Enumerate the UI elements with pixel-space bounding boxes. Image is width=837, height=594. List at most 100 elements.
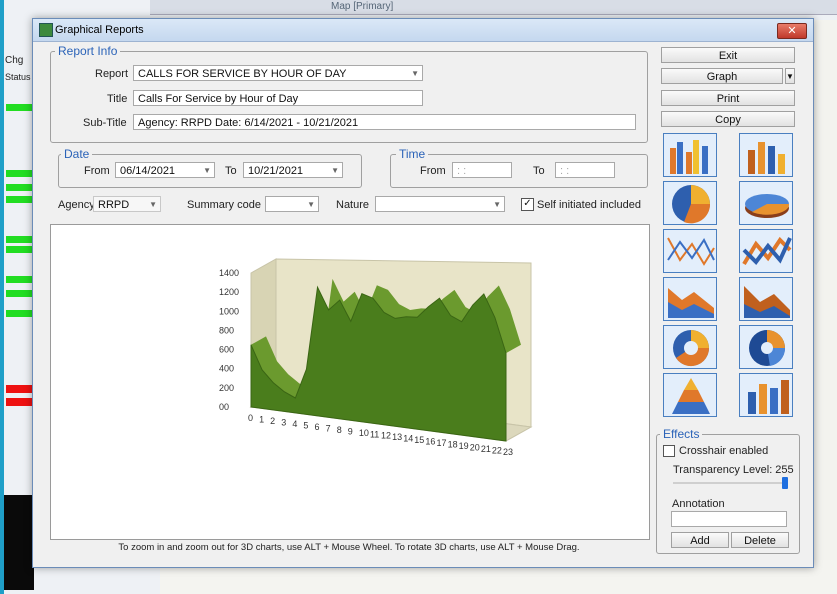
subtitle-label: Sub-Title: [83, 117, 127, 129]
close-button[interactable]: ✕: [777, 23, 807, 39]
transparency-slider[interactable]: [673, 482, 788, 484]
time-legend: Time: [396, 147, 429, 161]
line-chart-icon[interactable]: [663, 229, 717, 273]
calendar-dropdown-icon[interactable]: ▼: [203, 163, 211, 177]
app-icon: [39, 23, 53, 37]
date-legend: Date: [61, 147, 93, 161]
window-title: Graphical Reports: [55, 24, 144, 36]
status-bar-alert: [6, 398, 34, 406]
x-tick-label: 11: [370, 429, 379, 439]
x-tick-label: 14: [403, 434, 413, 444]
doughnut-chart-icon[interactable]: [663, 325, 717, 369]
x-tick-label: 5: [303, 420, 308, 430]
print-button[interactable]: Print: [661, 90, 795, 106]
copy-button[interactable]: Copy: [661, 111, 795, 127]
calendar-dropdown-icon[interactable]: ▼: [331, 163, 339, 177]
x-tick-label: 18: [448, 440, 458, 450]
graphical-reports-window: Graphical Reports ✕ Report Info Report C…: [32, 18, 814, 568]
date-from-input[interactable]: 06/14/2021 ▼: [115, 162, 215, 178]
y-tick-label: 200: [219, 383, 234, 393]
x-tick-label: 22: [492, 446, 502, 456]
y-tick-label: 1000: [219, 306, 239, 316]
nature-select[interactable]: ▼: [375, 196, 505, 212]
crosshair-label: Crosshair enabled: [679, 445, 769, 457]
y-tick-label: 1400: [219, 268, 239, 278]
footnote: To zoom in and zoom out for 3D charts, u…: [118, 542, 580, 553]
x-tick-label: 20: [470, 443, 480, 453]
summary-code-label: Summary code: [187, 199, 261, 211]
y-tick-label: 800: [219, 325, 234, 335]
delete-annotation-button[interactable]: Delete: [731, 532, 789, 548]
time-to-label: To: [533, 165, 545, 177]
y-tick-label: 1200: [219, 287, 239, 297]
exit-button[interactable]: Exit: [661, 47, 795, 63]
x-tick-label: 17: [436, 438, 446, 448]
cylinder-bar-chart-icon[interactable]: [739, 373, 793, 417]
doughnut-3d-chart-icon[interactable]: [739, 325, 793, 369]
area-chart-icon[interactable]: [663, 277, 717, 321]
status-bar: [6, 276, 34, 283]
summary-code-select[interactable]: ▼: [265, 196, 319, 212]
status-bar: [6, 310, 34, 317]
date-to-label: To: [225, 165, 237, 177]
chevron-down-icon: ▼: [411, 69, 419, 78]
status-bar: [6, 246, 34, 253]
crosshair-checkbox[interactable]: [663, 445, 675, 457]
y-tick-label: 400: [219, 364, 234, 374]
agency-select[interactable]: RRPD ▼: [93, 196, 161, 212]
map-tab[interactable]: Map [Primary]: [325, 1, 399, 13]
line-3d-chart-icon[interactable]: [739, 229, 793, 273]
x-tick-label: 8: [337, 425, 342, 435]
self-initiated-label: Self initiated included: [537, 199, 641, 211]
x-tick-label: 19: [459, 441, 469, 451]
x-tick-label: 23: [503, 447, 513, 457]
pie-3d-chart-icon[interactable]: [739, 181, 793, 225]
x-tick-label: 7: [326, 423, 331, 433]
time-from-label: From: [420, 165, 446, 177]
chevron-down-icon: ▼: [307, 200, 315, 209]
x-tick-label: 10: [359, 428, 369, 438]
subtitle-input[interactable]: Agency: RRPD Date: 6/14/2021 - 10/21/202…: [133, 114, 636, 130]
background-panel: [4, 495, 34, 590]
time-to-input[interactable]: : :: [555, 162, 615, 178]
graph-button[interactable]: Graph: [661, 68, 783, 84]
y-tick-label: 600: [219, 345, 234, 355]
background-column-status: Status: [5, 72, 31, 82]
status-bar: [6, 290, 34, 297]
x-tick-label: 1: [259, 414, 264, 424]
chart-area[interactable]: 1400 1200 1000 800 600 400 200 00 0 1 2 3 4 5 6 7 8 9 10 11…: [50, 224, 650, 540]
status-bar: [6, 196, 34, 203]
status-bar: [6, 184, 34, 191]
time-from-input[interactable]: : :: [452, 162, 512, 178]
x-tick-label: 12: [381, 431, 391, 441]
area-3d-chart-icon[interactable]: [739, 277, 793, 321]
status-bar: [6, 236, 34, 243]
self-initiated-checkbox[interactable]: ✓: [521, 198, 534, 211]
x-tick-label: 0: [248, 413, 253, 423]
date-to-input[interactable]: 10/21/2021 ▼: [243, 162, 343, 178]
date-from-value: 06/14/2021: [120, 165, 176, 177]
annotation-input[interactable]: [671, 511, 787, 527]
graph-dropdown-button[interactable]: ▼: [785, 68, 795, 84]
bar-chart-icon[interactable]: [663, 133, 717, 177]
title-input[interactable]: Calls For Service by Hour of Day: [133, 90, 423, 106]
status-bar: [6, 170, 34, 177]
transparency-slider-thumb[interactable]: [782, 477, 788, 489]
bar-3d-chart-icon[interactable]: [739, 133, 793, 177]
pyramid-chart-icon[interactable]: [663, 373, 717, 417]
background-column-chg: Chg: [5, 55, 24, 66]
status-bar: [6, 104, 34, 111]
chevron-down-icon: ▼: [493, 200, 501, 209]
report-select[interactable]: CALLS FOR SERVICE BY HOUR OF DAY ▼: [133, 65, 423, 81]
background-toolbar: Map [Primary]: [150, 0, 837, 15]
add-annotation-button[interactable]: Add: [671, 532, 729, 548]
report-label: Report: [95, 68, 129, 80]
agency-select-value: RRPD: [98, 199, 130, 211]
title-bar[interactable]: Graphical Reports ✕: [33, 19, 813, 42]
x-tick-label: 21: [481, 444, 491, 454]
agency-label: Agency: [58, 199, 95, 211]
pie-chart-icon[interactable]: [663, 181, 717, 225]
y-tick-label: 00: [219, 402, 229, 412]
effects-legend: Effects: [660, 427, 703, 441]
area-chart[interactable]: 140012001000800600400200000 1 2 3 4 5 6 7 8 9 10 11…: [51, 225, 649, 539]
